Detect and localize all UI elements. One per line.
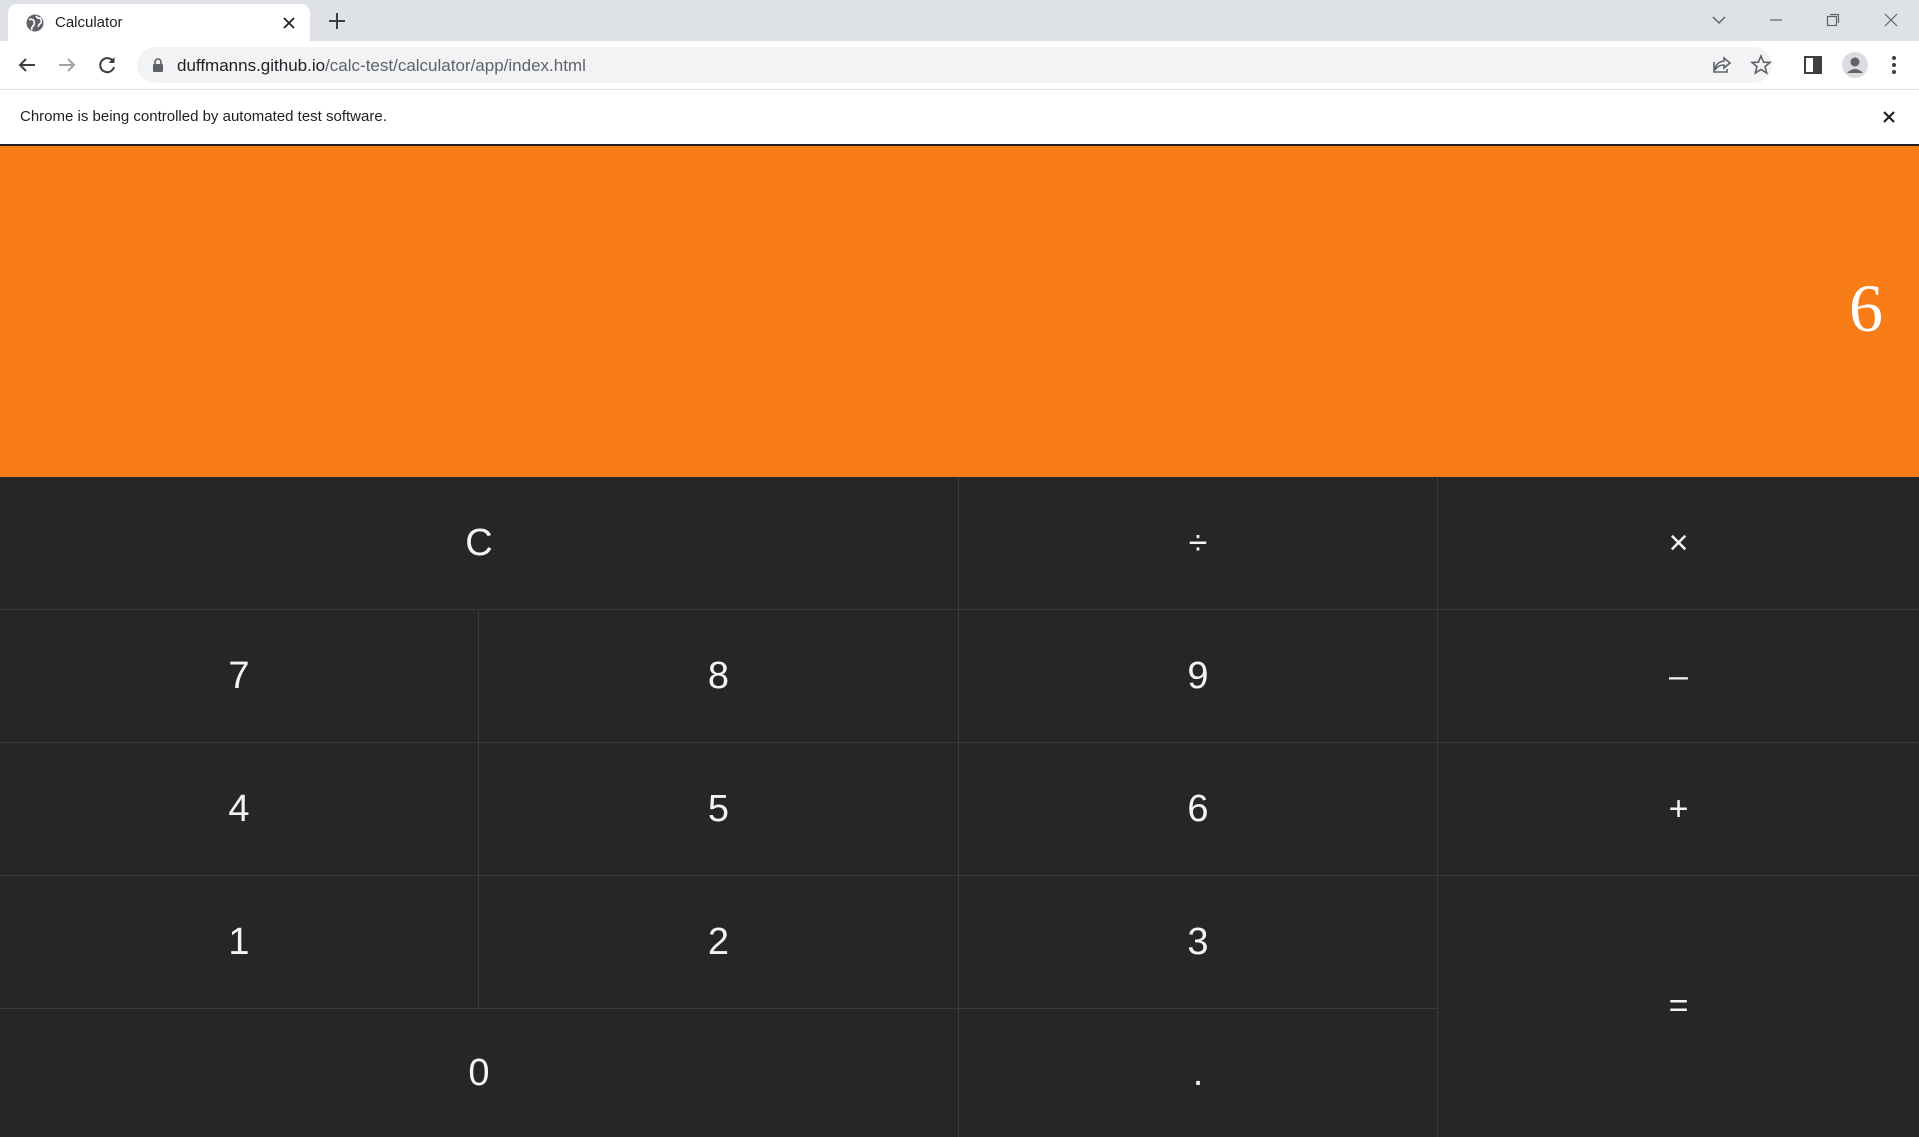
- display-value: 6: [1849, 270, 1883, 346]
- profile-avatar-icon[interactable]: [1842, 52, 1868, 78]
- zero-button[interactable]: 0: [0, 1009, 959, 1137]
- clear-button[interactable]: C: [0, 477, 959, 610]
- close-tab-icon[interactable]: [280, 14, 298, 32]
- lock-icon[interactable]: [150, 57, 166, 73]
- five-button[interactable]: 5: [479, 743, 959, 876]
- reload-icon[interactable]: [95, 53, 119, 77]
- one-button[interactable]: 1: [0, 876, 479, 1009]
- three-button[interactable]: 3: [959, 876, 1438, 1009]
- automation-infobar: Chrome is being controlled by automated …: [0, 89, 1919, 144]
- eight-button[interactable]: 8: [479, 610, 959, 743]
- bookmark-star-icon[interactable]: [1749, 53, 1773, 77]
- tab-title: Calculator: [55, 14, 123, 31]
- nine-button[interactable]: 9: [959, 610, 1438, 743]
- browser-toolbar: duffmanns.github.io/calc-test/calculator…: [0, 41, 1919, 89]
- tab-search-icon[interactable]: [1704, 6, 1734, 34]
- tab-calculator[interactable]: Calculator: [8, 4, 310, 41]
- seven-button[interactable]: 7: [0, 610, 479, 743]
- url-text[interactable]: duffmanns.github.io/calc-test/calculator…: [177, 56, 586, 76]
- url-path: /calc-test/calculator/app/index.html: [325, 56, 586, 75]
- close-window-icon[interactable]: [1876, 6, 1906, 34]
- restore-icon[interactable]: [1818, 6, 1848, 34]
- forward-icon[interactable]: [55, 53, 79, 77]
- new-tab-icon[interactable]: [326, 10, 348, 32]
- divide-button[interactable]: ÷: [959, 477, 1438, 610]
- multiply-button[interactable]: ×: [1438, 477, 1919, 610]
- calculator-keypad: C ÷ × 7 8 9 – 4 5 6 + 1 2 3 = 0 .: [0, 477, 1919, 1137]
- four-button[interactable]: 4: [0, 743, 479, 876]
- minus-button[interactable]: –: [1438, 610, 1919, 743]
- url-host: duffmanns.github.io: [177, 56, 326, 75]
- two-button[interactable]: 2: [479, 876, 959, 1009]
- menu-kebab-icon[interactable]: [1882, 53, 1906, 77]
- six-button[interactable]: 6: [959, 743, 1438, 876]
- infobar-message: Chrome is being controlled by automated …: [20, 108, 387, 125]
- calculator-display: 6: [0, 146, 1919, 477]
- tab-strip: Calculator: [0, 0, 1919, 41]
- plus-button[interactable]: +: [1438, 743, 1919, 876]
- equals-button[interactable]: =: [1438, 876, 1919, 1137]
- decimal-button[interactable]: .: [959, 1009, 1438, 1137]
- share-icon[interactable]: [1710, 53, 1734, 77]
- minimize-icon[interactable]: [1761, 6, 1791, 34]
- address-bar[interactable]: duffmanns.github.io/calc-test/calculator…: [137, 47, 1773, 83]
- back-icon[interactable]: [15, 53, 39, 77]
- globe-icon: [26, 14, 44, 32]
- side-panel-icon[interactable]: [1801, 53, 1825, 77]
- close-icon[interactable]: [1878, 106, 1900, 128]
